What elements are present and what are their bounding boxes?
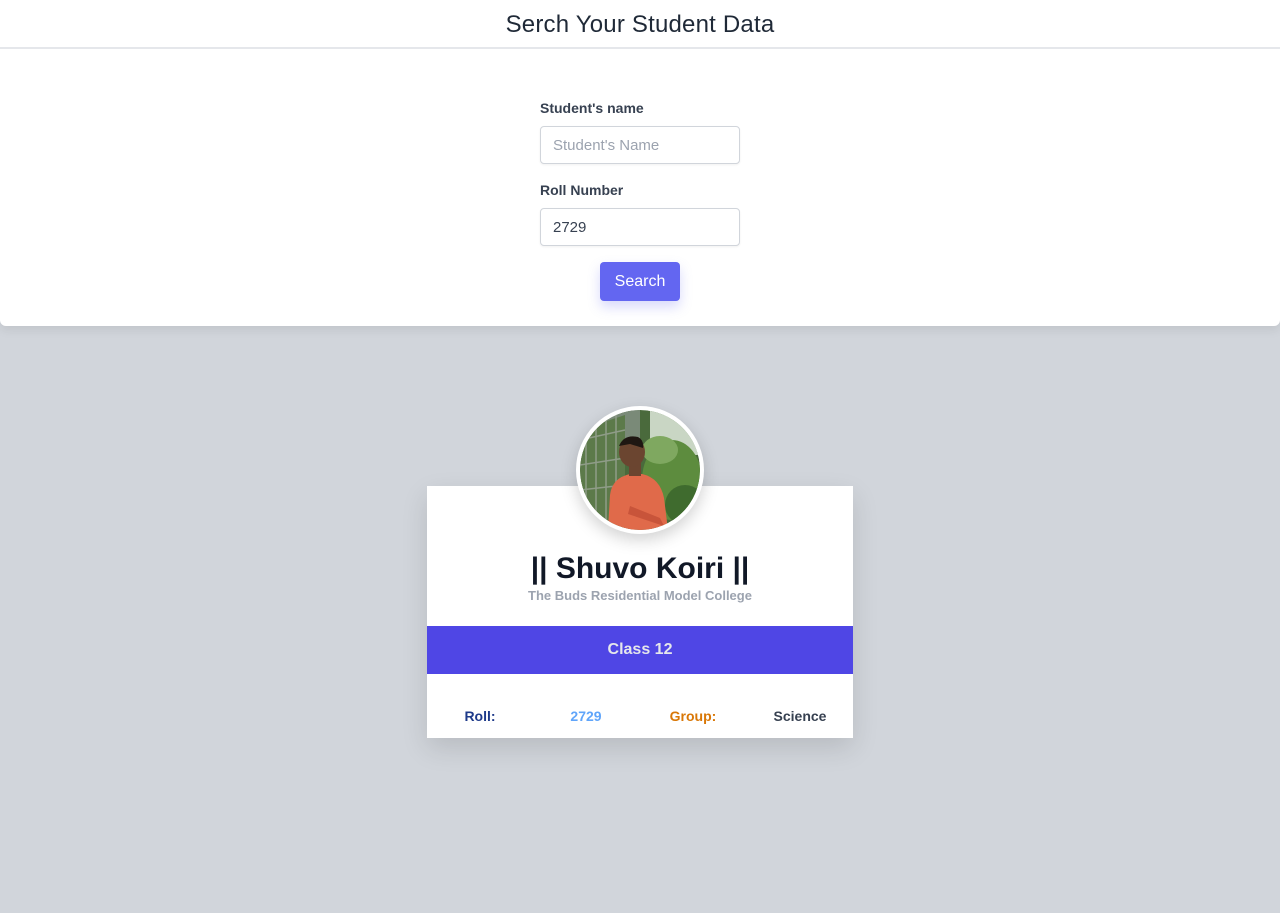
header-bar: Serch Your Student Data: [0, 0, 1280, 49]
info-row: Roll: 2729 Group: Science: [427, 708, 853, 728]
student-photo-icon: [580, 410, 700, 530]
student-name: || Shuvo Koiri ||: [530, 552, 750, 585]
student-name-input[interactable]: [540, 126, 740, 164]
search-panel: Serch Your Student Data Student's name R…: [0, 0, 1280, 326]
search-form: Student's name Roll Number: [540, 98, 740, 246]
search-button[interactable]: Search: [600, 262, 680, 301]
avatar: [576, 406, 704, 534]
page-title: Serch Your Student Data: [505, 11, 775, 38]
student-name-label: Student's name: [540, 100, 644, 116]
roll-value: 2729: [570, 708, 602, 724]
class-banner: Class 12: [427, 626, 853, 674]
group-value: Science: [773, 708, 827, 724]
roll-label: Roll:: [464, 708, 496, 724]
roll-number-label: Roll Number: [540, 182, 624, 198]
roll-number-input[interactable]: [540, 208, 740, 246]
group-label: Group:: [669, 708, 717, 724]
college-name: The Buds Residential Model College: [528, 588, 752, 603]
